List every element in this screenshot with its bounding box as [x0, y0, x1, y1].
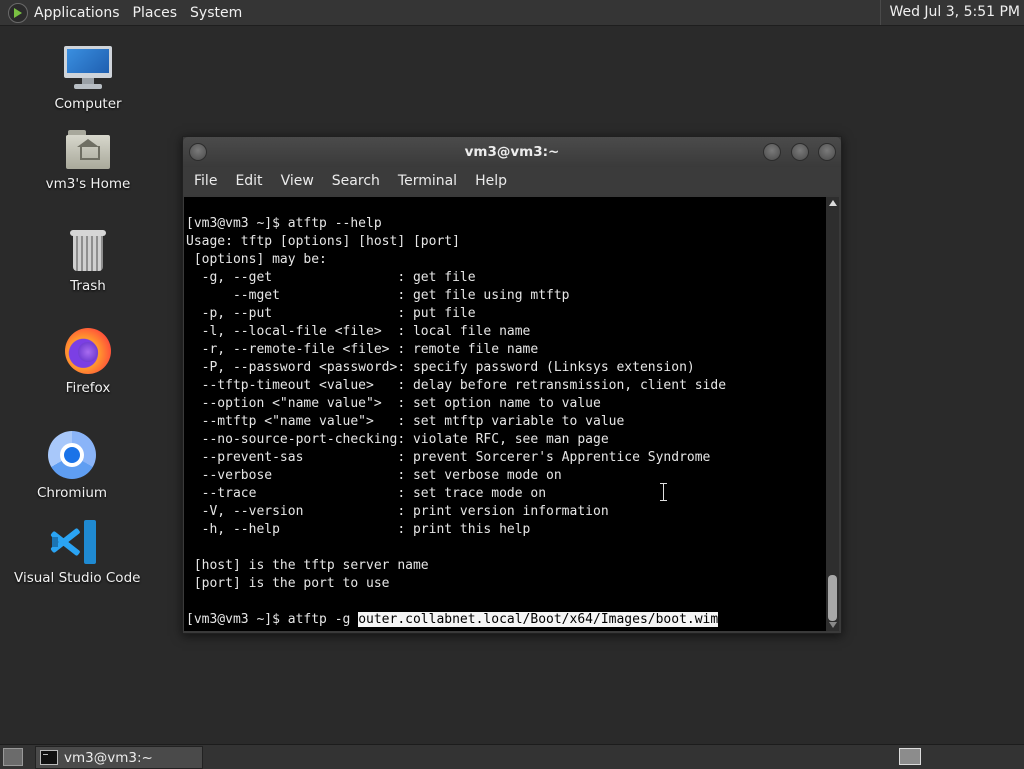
terminal-menubar: File Edit View Search Terminal Help	[183, 167, 841, 195]
trash-icon	[70, 230, 106, 272]
scroll-down-arrow-icon[interactable]	[829, 622, 837, 628]
menu-system[interactable]: System	[190, 5, 251, 21]
menu-file[interactable]: File	[185, 173, 226, 189]
menu-view[interactable]: View	[272, 173, 323, 189]
taskbar-window-label: vm3@vm3:~	[64, 749, 153, 766]
scrollbar-thumb[interactable]	[828, 575, 837, 621]
terminal-window: vm3@vm3:~ File Edit View Search Terminal…	[182, 136, 842, 634]
text-cursor-icon	[659, 483, 669, 501]
workspace-switcher[interactable]	[899, 748, 921, 765]
desktop-icon-label: Computer	[54, 96, 122, 112]
top-panel: Applications Places System Wed Jul 3, 5:…	[0, 0, 1024, 26]
desktop-icon-trash[interactable]: Trash	[28, 230, 148, 294]
desktop-icon-chromium[interactable]: Chromium	[12, 431, 132, 501]
taskbar-window-button[interactable]: vm3@vm3:~	[35, 746, 203, 769]
computer-icon	[64, 46, 112, 90]
terminal-scrollbar[interactable]	[826, 197, 839, 631]
close-button[interactable]	[818, 143, 836, 161]
terminal-icon	[40, 750, 58, 765]
app-menu-logo-icon[interactable]	[8, 2, 28, 23]
firefox-icon	[65, 328, 111, 374]
bottom-panel: vm3@vm3:~	[0, 744, 1024, 769]
menu-edit[interactable]: Edit	[226, 173, 271, 189]
desktop-icon-label: vm3's Home	[45, 176, 131, 192]
desktop-icon-home[interactable]: vm3's Home	[28, 130, 148, 192]
window-title: vm3@vm3:~	[464, 144, 560, 160]
home-folder-icon	[66, 130, 110, 170]
clock[interactable]: Wed Jul 3, 5:51 PM	[880, 0, 1024, 25]
terminal-output[interactable]: [vm3@vm3 ~]$ atftp --help Usage: tftp [o…	[184, 197, 826, 631]
terminal-selected-text[interactable]: outer.collabnet.local/Boot/x64/Images/bo…	[358, 612, 719, 627]
scroll-up-arrow-icon[interactable]	[829, 200, 837, 206]
terminal-output-text: [vm3@vm3 ~]$ atftp --help Usage: tftp [o…	[186, 216, 727, 591]
chromium-icon	[48, 431, 96, 479]
vscode-icon	[50, 520, 96, 564]
desktop-icon-firefox[interactable]: Firefox	[28, 328, 148, 396]
menu-terminal[interactable]: Terminal	[389, 173, 466, 189]
window-titlebar[interactable]: vm3@vm3:~	[183, 137, 841, 167]
desktop-icon-computer[interactable]: Computer	[28, 46, 148, 112]
minimize-button[interactable]	[763, 143, 781, 161]
desktop-icon-label: Firefox	[65, 380, 111, 396]
desktop-icon-label: Chromium	[36, 485, 108, 501]
desktop-icon-label: Visual Studio Code	[14, 570, 141, 586]
menu-search[interactable]: Search	[323, 173, 389, 189]
menu-help[interactable]: Help	[466, 173, 516, 189]
menu-applications[interactable]: Applications	[34, 5, 129, 21]
desktop-icon-vscode[interactable]: Visual Studio Code	[14, 520, 141, 586]
desktop-icon-label: Trash	[70, 278, 106, 294]
terminal-prompt: [vm3@vm3 ~]$ atftp -g	[186, 612, 359, 627]
window-menu-button[interactable]	[189, 143, 207, 161]
show-desktop-icon[interactable]	[3, 748, 23, 766]
menu-places[interactable]: Places	[133, 5, 187, 21]
maximize-button[interactable]	[791, 143, 809, 161]
